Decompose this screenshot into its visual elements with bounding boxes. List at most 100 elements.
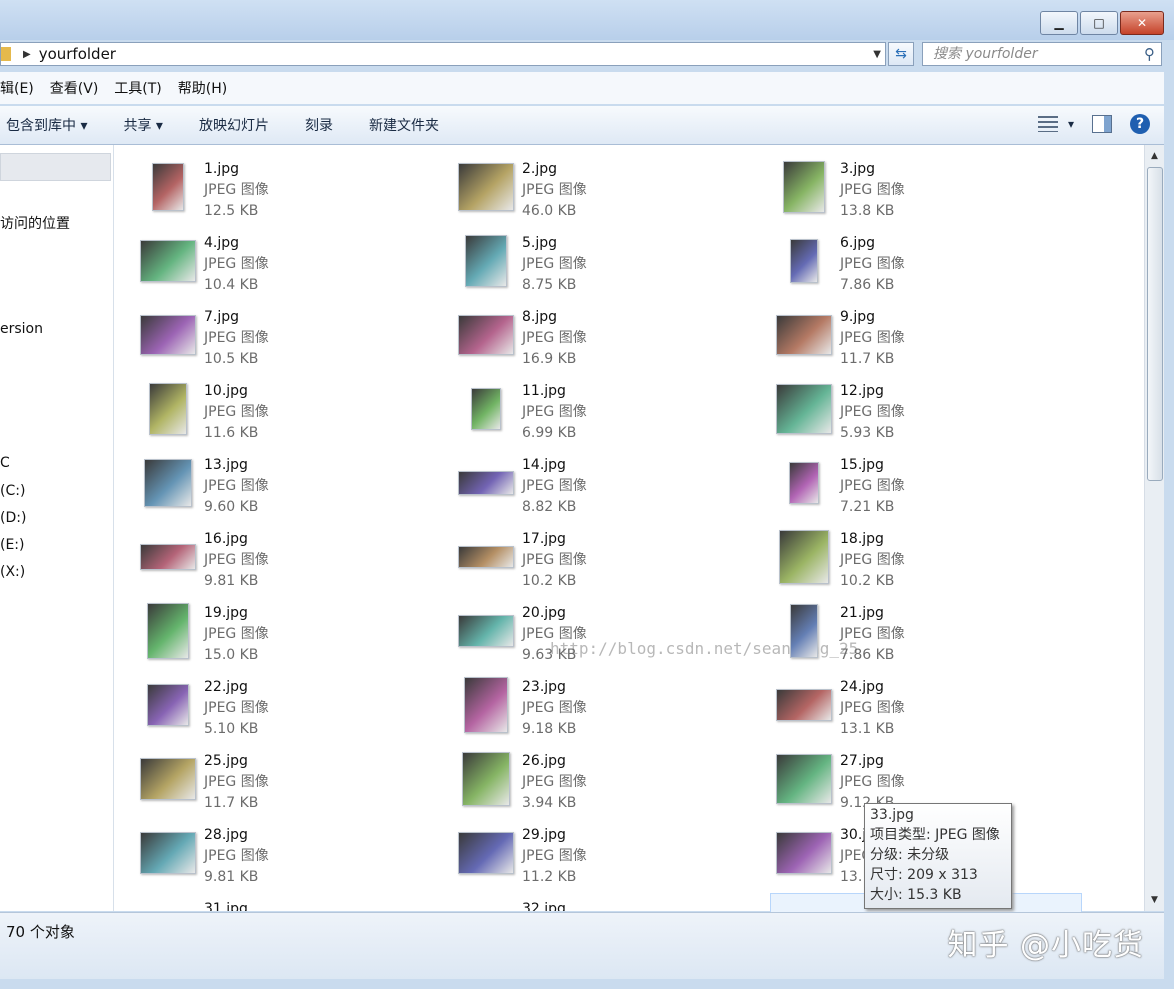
address-dropdown-icon[interactable]: ▼ bbox=[873, 49, 881, 60]
file-thumbnail[interactable] bbox=[140, 751, 196, 807]
file-thumbnail[interactable] bbox=[458, 677, 514, 733]
scroll-up-icon[interactable]: ▲ bbox=[1145, 147, 1164, 165]
file-thumbnail[interactable] bbox=[776, 677, 832, 733]
nav-item[interactable]: (D:) bbox=[0, 510, 26, 526]
file-item[interactable]: 29.jpg JPEG 图像 11.2 KB bbox=[458, 825, 758, 891]
nav-item[interactable]: 访问的位置 bbox=[0, 213, 70, 233]
file-thumbnail[interactable] bbox=[140, 529, 196, 585]
file-item[interactable]: 24.jpg JPEG 图像 13.1 KB bbox=[776, 677, 1076, 743]
file-item[interactable]: 1.jpg JPEG 图像 12.5 KB bbox=[140, 159, 440, 225]
file-thumbnail[interactable] bbox=[776, 751, 832, 807]
file-thumbnail[interactable] bbox=[140, 233, 196, 289]
file-thumbnail[interactable] bbox=[458, 603, 514, 659]
preview-pane-icon[interactable] bbox=[1092, 115, 1112, 133]
breadcrumb-arrow-icon[interactable]: ▶ bbox=[23, 49, 31, 60]
file-item[interactable]: 6.jpg JPEG 图像 7.86 KB bbox=[776, 233, 1076, 299]
menu-help[interactable]: 帮助(H) bbox=[178, 78, 227, 98]
file-item[interactable]: 2.jpg JPEG 图像 46.0 KB bbox=[458, 159, 758, 225]
change-view-button[interactable]: ▾ bbox=[1037, 116, 1074, 132]
file-thumbnail[interactable] bbox=[458, 233, 514, 289]
slideshow-button[interactable]: 放映幻灯片 bbox=[199, 115, 269, 135]
file-item[interactable]: 9.jpg JPEG 图像 11.7 KB bbox=[776, 307, 1076, 373]
help-icon[interactable]: ? bbox=[1130, 114, 1150, 134]
file-thumbnail[interactable] bbox=[458, 529, 514, 585]
file-item[interactable]: 22.jpg JPEG 图像 5.10 KB bbox=[140, 677, 440, 743]
file-thumbnail[interactable] bbox=[776, 825, 832, 881]
file-item[interactable]: 28.jpg JPEG 图像 9.81 KB bbox=[140, 825, 440, 891]
burn-button[interactable]: 刻录 bbox=[305, 115, 333, 135]
nav-item[interactable]: (C:) bbox=[0, 483, 25, 499]
file-item[interactable]: 17.jpg JPEG 图像 10.2 KB bbox=[458, 529, 758, 595]
file-item[interactable]: 15.jpg JPEG 图像 7.21 KB bbox=[776, 455, 1076, 521]
file-thumbnail[interactable] bbox=[140, 603, 196, 659]
search-input[interactable]: 搜索 yourfolder ⚲ bbox=[922, 42, 1162, 66]
file-thumbnail[interactable] bbox=[776, 381, 832, 437]
file-item[interactable]: 25.jpg JPEG 图像 11.7 KB bbox=[140, 751, 440, 817]
file-thumbnail[interactable] bbox=[140, 159, 196, 215]
file-item[interactable]: 7.jpg JPEG 图像 10.5 KB bbox=[140, 307, 440, 373]
file-item[interactable]: 8.jpg JPEG 图像 16.9 KB bbox=[458, 307, 758, 373]
file-thumbnail[interactable] bbox=[458, 159, 514, 215]
maximize-button[interactable]: □ bbox=[1080, 11, 1118, 35]
view-dropdown-icon[interactable]: ▾ bbox=[1068, 117, 1074, 131]
file-thumbnail[interactable] bbox=[140, 455, 196, 511]
file-item[interactable]: 11.jpg JPEG 图像 6.99 KB bbox=[458, 381, 758, 447]
file-thumbnail[interactable] bbox=[458, 825, 514, 881]
menu-view[interactable]: 查看(V) bbox=[50, 78, 99, 98]
file-thumbnail[interactable] bbox=[458, 751, 514, 807]
file-item[interactable]: 16.jpg JPEG 图像 9.81 KB bbox=[140, 529, 440, 595]
file-thumbnail[interactable] bbox=[458, 307, 514, 363]
file-item[interactable]: 19.jpg JPEG 图像 15.0 KB bbox=[140, 603, 440, 669]
file-thumbnail[interactable] bbox=[140, 825, 196, 881]
breadcrumb-current[interactable]: yourfolder bbox=[39, 45, 116, 63]
search-icon[interactable]: ⚲ bbox=[1144, 43, 1155, 65]
file-item[interactable]: 4.jpg JPEG 图像 10.4 KB bbox=[140, 233, 440, 299]
file-type: JPEG 图像 bbox=[204, 774, 269, 790]
file-thumbnail[interactable] bbox=[776, 307, 832, 363]
menu-edit[interactable]: 辑(E) bbox=[0, 78, 34, 98]
nav-item[interactable]: (E:) bbox=[0, 537, 25, 553]
file-thumbnail[interactable] bbox=[776, 603, 832, 659]
file-thumbnail[interactable] bbox=[776, 455, 832, 511]
file-item[interactable]: 21.jpg JPEG 图像 7.86 KB bbox=[776, 603, 1076, 669]
share-button[interactable]: 共享 ▾ bbox=[123, 115, 162, 135]
scroll-down-icon[interactable]: ▼ bbox=[1145, 891, 1164, 909]
file-item[interactable]: 3.jpg JPEG 图像 13.8 KB bbox=[776, 159, 1076, 225]
nav-item[interactable]: C bbox=[0, 455, 10, 471]
close-button[interactable]: ✕ bbox=[1120, 11, 1164, 35]
new-folder-button[interactable]: 新建文件夹 bbox=[369, 115, 439, 135]
scroll-thumb[interactable] bbox=[1147, 167, 1163, 481]
file-thumbnail[interactable] bbox=[458, 455, 514, 511]
refresh-button[interactable]: ⇆ bbox=[888, 42, 914, 66]
file-item[interactable]: 18.jpg JPEG 图像 10.2 KB bbox=[776, 529, 1076, 595]
address-bar[interactable]: ▶ yourfolder ▼ bbox=[0, 42, 886, 66]
nav-item[interactable]: ersion bbox=[0, 321, 43, 337]
file-thumbnail[interactable] bbox=[140, 381, 196, 437]
file-thumbnail[interactable] bbox=[140, 899, 196, 911]
file-item[interactable]: 12.jpg JPEG 图像 5.93 KB bbox=[776, 381, 1076, 447]
file-thumbnail[interactable] bbox=[776, 529, 832, 585]
file-thumbnail[interactable] bbox=[458, 381, 514, 437]
menu-tools[interactable]: 工具(T) bbox=[114, 78, 161, 98]
file-item[interactable]: 20.jpg JPEG 图像 9.63 KB bbox=[458, 603, 758, 669]
file-item[interactable]: 5.jpg JPEG 图像 8.75 KB bbox=[458, 233, 758, 299]
image-thumbnail-icon bbox=[458, 546, 514, 568]
file-item[interactable]: 14.jpg JPEG 图像 8.82 KB bbox=[458, 455, 758, 521]
file-item[interactable]: 32.jpg bbox=[458, 899, 758, 911]
file-item[interactable]: 23.jpg JPEG 图像 9.18 KB bbox=[458, 677, 758, 743]
file-thumbnail[interactable] bbox=[458, 899, 514, 911]
file-item[interactable]: 13.jpg JPEG 图像 9.60 KB bbox=[140, 455, 440, 521]
file-item[interactable]: 26.jpg JPEG 图像 3.94 KB bbox=[458, 751, 758, 817]
file-thumbnail[interactable] bbox=[776, 159, 832, 215]
nav-item[interactable]: (X:) bbox=[0, 564, 25, 580]
file-item[interactable]: 10.jpg JPEG 图像 11.6 KB bbox=[140, 381, 440, 447]
file-thumbnail[interactable] bbox=[140, 677, 196, 733]
file-item[interactable]: 31.jpg bbox=[140, 899, 440, 911]
vertical-scrollbar[interactable]: ▲ ▼ bbox=[1144, 145, 1164, 911]
file-thumbnail[interactable] bbox=[140, 307, 196, 363]
file-thumbnail[interactable] bbox=[776, 233, 832, 289]
file-name: 12.jpg bbox=[840, 383, 884, 399]
include-library-button[interactable]: 包含到库中 ▾ bbox=[6, 115, 87, 135]
minimize-button[interactable]: ▁ bbox=[1040, 11, 1078, 35]
nav-selected-item[interactable] bbox=[0, 153, 111, 181]
